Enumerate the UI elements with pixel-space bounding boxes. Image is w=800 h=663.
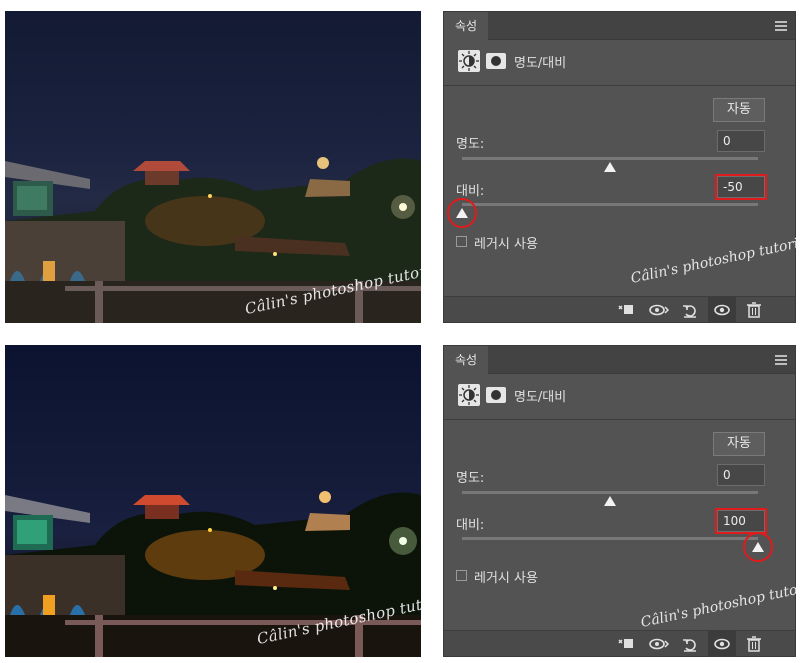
- adjustment-title: 명도/대비: [514, 56, 567, 71]
- legacy-label: 레거시 사용: [474, 237, 538, 252]
- brightness-slider-track[interactable]: [462, 157, 758, 160]
- adjustment-title: 명도/대비: [514, 390, 567, 405]
- brightness-label: 명도:: [456, 137, 485, 152]
- clip-to-layer-icon[interactable]: [616, 634, 636, 654]
- clip-to-layer-icon[interactable]: [616, 300, 636, 320]
- brightness-slider-track[interactable]: [462, 491, 758, 494]
- reset-icon[interactable]: [680, 634, 700, 654]
- panel-footer: [444, 296, 795, 323]
- legacy-checkbox[interactable]: [456, 236, 467, 247]
- brightness-contrast-icon: [458, 50, 480, 72]
- panel-tabbar: 속성: [444, 346, 795, 374]
- photo-preview-high-contrast: Câlin's photoshop tutorial: [5, 345, 421, 657]
- delete-trash-icon[interactable]: [744, 300, 764, 320]
- visibility-eye-icon[interactable]: [708, 297, 736, 323]
- contrast-slider-track[interactable]: [462, 537, 758, 540]
- brightness-slider-thumb[interactable]: [604, 162, 616, 172]
- view-previous-icon[interactable]: [648, 300, 670, 320]
- contrast-input[interactable]: 100: [715, 508, 767, 534]
- adjustment-header: 명도/대비: [444, 40, 795, 86]
- panel-tabbar: 속성: [444, 12, 795, 40]
- panel-footer: [444, 630, 795, 657]
- tab-properties[interactable]: 속성: [444, 346, 488, 374]
- adjustment-header: 명도/대비: [444, 374, 795, 420]
- panel-menu-icon[interactable]: [775, 355, 787, 365]
- properties-panel-bottom: 속성 명도/대비 자동 명도: 0 대비: 100 레거시 사용 Câlin's…: [443, 345, 800, 657]
- contrast-input[interactable]: -50: [715, 174, 767, 200]
- contrast-label: 대비:: [456, 184, 485, 199]
- brightness-contrast-icon: [458, 384, 480, 406]
- brightness-input[interactable]: 0: [717, 464, 765, 486]
- highlight-circle: [447, 198, 477, 228]
- panel-watermark: Câlin's photoshop tutorial: [639, 577, 800, 631]
- reset-icon[interactable]: [680, 300, 700, 320]
- brightness-label: 명도:: [456, 471, 485, 486]
- contrast-slider-track[interactable]: [462, 203, 758, 206]
- legacy-label: 레거시 사용: [474, 571, 538, 586]
- panel-watermark: Câlin's photoshop tutorial: [629, 233, 800, 287]
- legacy-checkbox[interactable]: [456, 570, 467, 581]
- view-previous-icon[interactable]: [648, 634, 670, 654]
- brightness-slider-thumb[interactable]: [604, 496, 616, 506]
- delete-trash-icon[interactable]: [744, 634, 764, 654]
- auto-button[interactable]: 자동: [713, 432, 765, 456]
- photo-preview-low-contrast: Câlin's photoshop tutorial: [5, 11, 421, 323]
- layer-mask-icon[interactable]: [486, 53, 506, 69]
- tab-properties[interactable]: 속성: [444, 12, 488, 40]
- contrast-label: 대비:: [456, 518, 485, 533]
- auto-button[interactable]: 자동: [713, 98, 765, 122]
- panel-menu-icon[interactable]: [775, 21, 787, 31]
- layer-mask-icon[interactable]: [486, 387, 506, 403]
- properties-panel-top: 속성 명도/대비 자동 명도: 0 대비: -50 레거시 사용 Câlin's…: [443, 11, 800, 323]
- highlight-circle: [743, 532, 773, 562]
- brightness-input[interactable]: 0: [717, 130, 765, 152]
- visibility-eye-icon[interactable]: [708, 631, 736, 657]
